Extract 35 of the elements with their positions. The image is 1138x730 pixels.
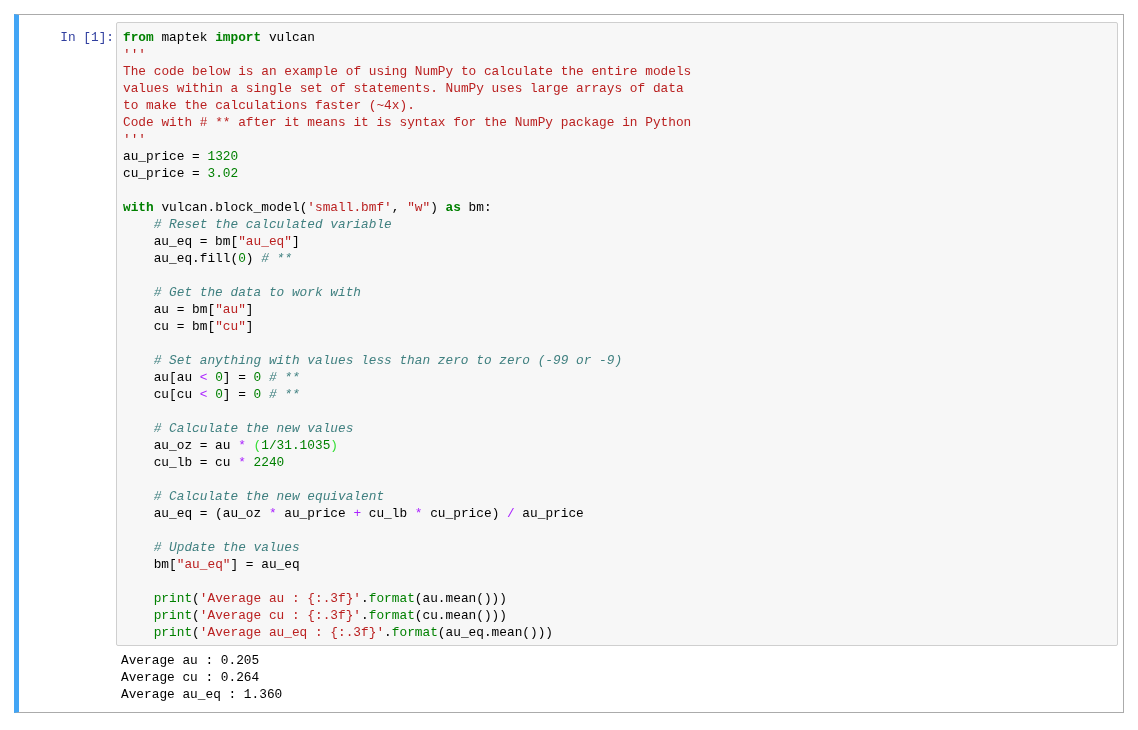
output-line: Average cu : 0.264 xyxy=(121,669,260,686)
code-line: # Get the data to work with xyxy=(152,284,362,301)
code-line: au[au < 0] = 0 # ** xyxy=(152,369,300,386)
input-prompt: In [1]: xyxy=(60,29,114,46)
code-line: cu_price = 3.02 xyxy=(123,165,239,182)
code-line: # Reset the calculated variable xyxy=(152,216,392,233)
code-line: au_eq = bm["au_eq"] xyxy=(152,233,300,250)
notebook-cell[interactable] xyxy=(14,14,1124,713)
code-line: print('Average cu : {:.3f}'.format(cu.mean())) xyxy=(152,607,507,624)
code-line: cu_lb = cu * 2240 xyxy=(152,454,285,471)
code-line: to make the calculations faster (~4x). xyxy=(123,97,415,114)
code-editor[interactable] xyxy=(116,22,1118,646)
code-line: Code with # ** after it means it is syntax for the NumPy package in Python xyxy=(123,114,692,131)
code-line: print('Average au : {:.3f}'.format(au.mean())) xyxy=(152,590,507,607)
code-line: au_eq = (au_oz * au_price + cu_lb * cu_price) / au_price xyxy=(152,505,584,522)
code-line: bm["au_eq"] = au_eq xyxy=(152,556,300,573)
code-line: The code below is an example of using NumPy to calculate the entire models xyxy=(123,63,692,80)
code-line: ''' xyxy=(123,46,147,63)
code-line: # Set anything with values less than zero to zero (-99 or -9) xyxy=(152,352,623,369)
code-line: from maptek import vulcan xyxy=(123,29,315,46)
code-line: au_price = 1320 xyxy=(123,148,239,165)
output-line: Average au_eq : 1.360 xyxy=(121,686,283,703)
code-line: au_oz = au * (1/31.1035) xyxy=(152,437,339,454)
code-line: cu[cu < 0] = 0 # ** xyxy=(152,386,300,403)
code-line: print('Average au_eq : {:.3f}'.format(au_eq.mean())) xyxy=(152,624,554,641)
code-line: # Calculate the new equivalent xyxy=(152,488,385,505)
code-line: with vulcan.block_model('small.bmf', "w") as bm: xyxy=(123,199,492,216)
code-line: ''' xyxy=(123,131,147,148)
code-line: au = bm["au"] xyxy=(152,301,254,318)
code-line: # Calculate the new values xyxy=(152,420,354,437)
code-line: cu = bm["cu"] xyxy=(152,318,254,335)
code-line: au_eq.fill(0) # ** xyxy=(152,250,292,267)
code-line: # Update the values xyxy=(152,539,300,556)
code-line: values within a single set of statements. NumPy uses large arrays of data xyxy=(123,80,684,97)
output-line: Average au : 0.205 xyxy=(121,652,260,669)
